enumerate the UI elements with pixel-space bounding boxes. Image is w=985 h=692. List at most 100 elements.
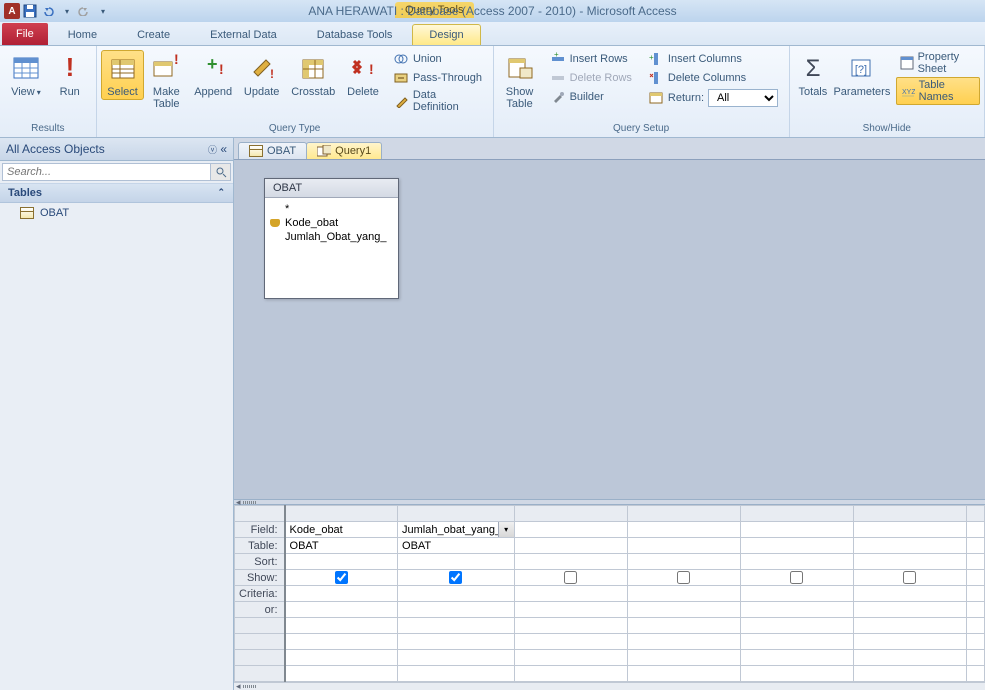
return-icon — [648, 90, 664, 106]
field-star[interactable]: * — [267, 202, 396, 216]
parameters-button[interactable]: [?] Parameters — [832, 50, 891, 100]
show-check-0[interactable] — [335, 571, 348, 584]
select-query-button[interactable]: Select — [101, 50, 145, 100]
search-icon[interactable] — [211, 163, 231, 181]
return-row: Return: All — [644, 88, 782, 108]
tab-database-tools[interactable]: Database Tools — [297, 25, 413, 45]
make-table-icon: ! — [150, 52, 182, 84]
totals-button[interactable]: Σ Totals — [794, 50, 833, 100]
ribbon: View ! Run Results Select ! Make Table +… — [0, 46, 985, 138]
qbe-row-show: Show: — [235, 570, 985, 586]
show-check-5[interactable] — [903, 571, 916, 584]
view-button[interactable]: View — [4, 50, 48, 100]
field-cell-4[interactable] — [740, 522, 853, 538]
group-showhide-label: Show/Hide — [794, 122, 980, 135]
property-sheet-button[interactable]: Property Sheet — [896, 50, 980, 76]
crosstab-button[interactable]: Crosstab — [285, 50, 341, 100]
data-def-icon — [393, 93, 409, 109]
group-querytype-label: Query Type — [101, 122, 489, 135]
app-icon[interactable]: A — [4, 3, 20, 19]
window-title: ANA HERAWATI : Database (Access 2007 - 2… — [308, 4, 676, 18]
svg-text:XYZ: XYZ — [902, 89, 915, 96]
show-check-1[interactable] — [449, 571, 462, 584]
undo-icon[interactable] — [40, 3, 56, 19]
field-cell-3[interactable] — [627, 522, 740, 538]
field-cell-2[interactable] — [514, 522, 627, 538]
delete-query-icon: ! — [347, 52, 379, 84]
view-label: View — [11, 86, 35, 98]
document-area: OBAT Query1 OBAT * Kode_obat Jumlah_Obat… — [234, 138, 985, 690]
field-cell-5[interactable] — [853, 522, 966, 538]
select-icon — [107, 52, 139, 84]
redo-icon[interactable] — [76, 3, 92, 19]
data-definition-button[interactable]: Data Definition — [389, 88, 489, 114]
collapse-icon: ⌃ — [217, 187, 225, 199]
nav-search-input[interactable] — [2, 163, 211, 181]
table-cell-0[interactable]: OBAT — [285, 538, 398, 554]
svg-text:!: ! — [174, 54, 179, 67]
crosstab-label: Crosstab — [291, 86, 335, 98]
table-field-list[interactable]: OBAT * Kode_obat Jumlah_Obat_yang_ — [264, 178, 399, 299]
tab-design[interactable]: Design — [412, 24, 480, 45]
nav-item-obat[interactable]: OBAT — [0, 203, 233, 223]
passthrough-icon — [393, 70, 409, 86]
update-button[interactable]: ! Update — [238, 50, 285, 100]
field-kode-obat[interactable]: Kode_obat — [267, 216, 396, 230]
field-cell-0[interactable]: Kode_obat — [285, 522, 398, 538]
builder-icon — [550, 89, 566, 105]
qat-customize-icon[interactable] — [94, 3, 110, 19]
svg-text:!: ! — [219, 61, 224, 77]
qbe-row-sort: Sort: — [235, 554, 985, 570]
make-table-label: Make Table — [153, 86, 180, 110]
doctab-obat[interactable]: OBAT — [238, 142, 307, 159]
sigma-icon: Σ — [797, 52, 829, 84]
builder-button[interactable]: Builder — [546, 88, 636, 106]
table-icon — [20, 207, 34, 219]
undo-dropdown-icon[interactable] — [58, 3, 74, 19]
delete-query-button[interactable]: ! Delete — [341, 50, 385, 100]
tab-home[interactable]: Home — [48, 25, 117, 45]
table-names-icon: XYZ — [901, 83, 915, 99]
group-querysetup-label: Query Setup — [498, 122, 785, 135]
totals-label: Totals — [799, 86, 828, 98]
append-button[interactable]: +! Append — [188, 50, 238, 100]
run-icon: ! — [54, 52, 86, 84]
insert-rows-button[interactable]: +Insert Rows — [546, 50, 636, 68]
nav-category-tables[interactable]: Tables⌃ — [0, 184, 233, 203]
field-cell-1[interactable]: Jumlah_obat_yang_di▾ — [398, 522, 515, 538]
update-icon: ! — [246, 52, 278, 84]
passthrough-button[interactable]: Pass-Through — [389, 69, 489, 87]
table-names-button[interactable]: XYZTable Names — [896, 77, 980, 105]
show-check-4[interactable] — [790, 571, 803, 584]
insert-columns-button[interactable]: +Insert Columns — [644, 50, 782, 68]
show-table-button[interactable]: Show Table — [498, 50, 542, 112]
table-cell-1[interactable]: OBAT — [398, 538, 515, 554]
crosstab-icon — [297, 52, 329, 84]
tab-create[interactable]: Create — [117, 25, 190, 45]
svg-text:+: + — [207, 54, 218, 74]
show-check-3[interactable] — [677, 571, 690, 584]
run-button[interactable]: ! Run — [48, 50, 92, 100]
dropdown-icon[interactable]: ▾ — [498, 522, 514, 537]
delete-rows-icon — [550, 70, 566, 86]
svg-text:Σ: Σ — [805, 55, 820, 82]
svg-text:[?]: [?] — [855, 64, 867, 76]
make-table-button[interactable]: ! Make Table — [144, 50, 188, 112]
nav-header[interactable]: All Access Objects ⓥ « — [0, 138, 233, 161]
navigation-pane: All Access Objects ⓥ « Tables⌃ OBAT — [0, 138, 234, 690]
query-design-surface[interactable]: OBAT * Kode_obat Jumlah_Obat_yang_ — [234, 160, 985, 499]
save-icon[interactable] — [22, 3, 38, 19]
show-check-2[interactable] — [564, 571, 577, 584]
union-button[interactable]: Union — [389, 50, 489, 68]
doctab-query1[interactable]: Query1 — [306, 142, 382, 159]
file-tab[interactable]: File — [2, 23, 48, 45]
insert-cols-icon: + — [648, 51, 664, 67]
return-select[interactable]: All — [708, 89, 778, 107]
field-jumlah[interactable]: Jumlah_Obat_yang_ — [267, 230, 396, 244]
table-box-title: OBAT — [265, 179, 398, 198]
table-icon — [249, 145, 263, 157]
ribbon-tabs: File Home Create External Data Database … — [0, 22, 985, 46]
union-icon — [393, 51, 409, 67]
delete-columns-button[interactable]: Delete Columns — [644, 69, 782, 87]
tab-external-data[interactable]: External Data — [190, 25, 297, 45]
